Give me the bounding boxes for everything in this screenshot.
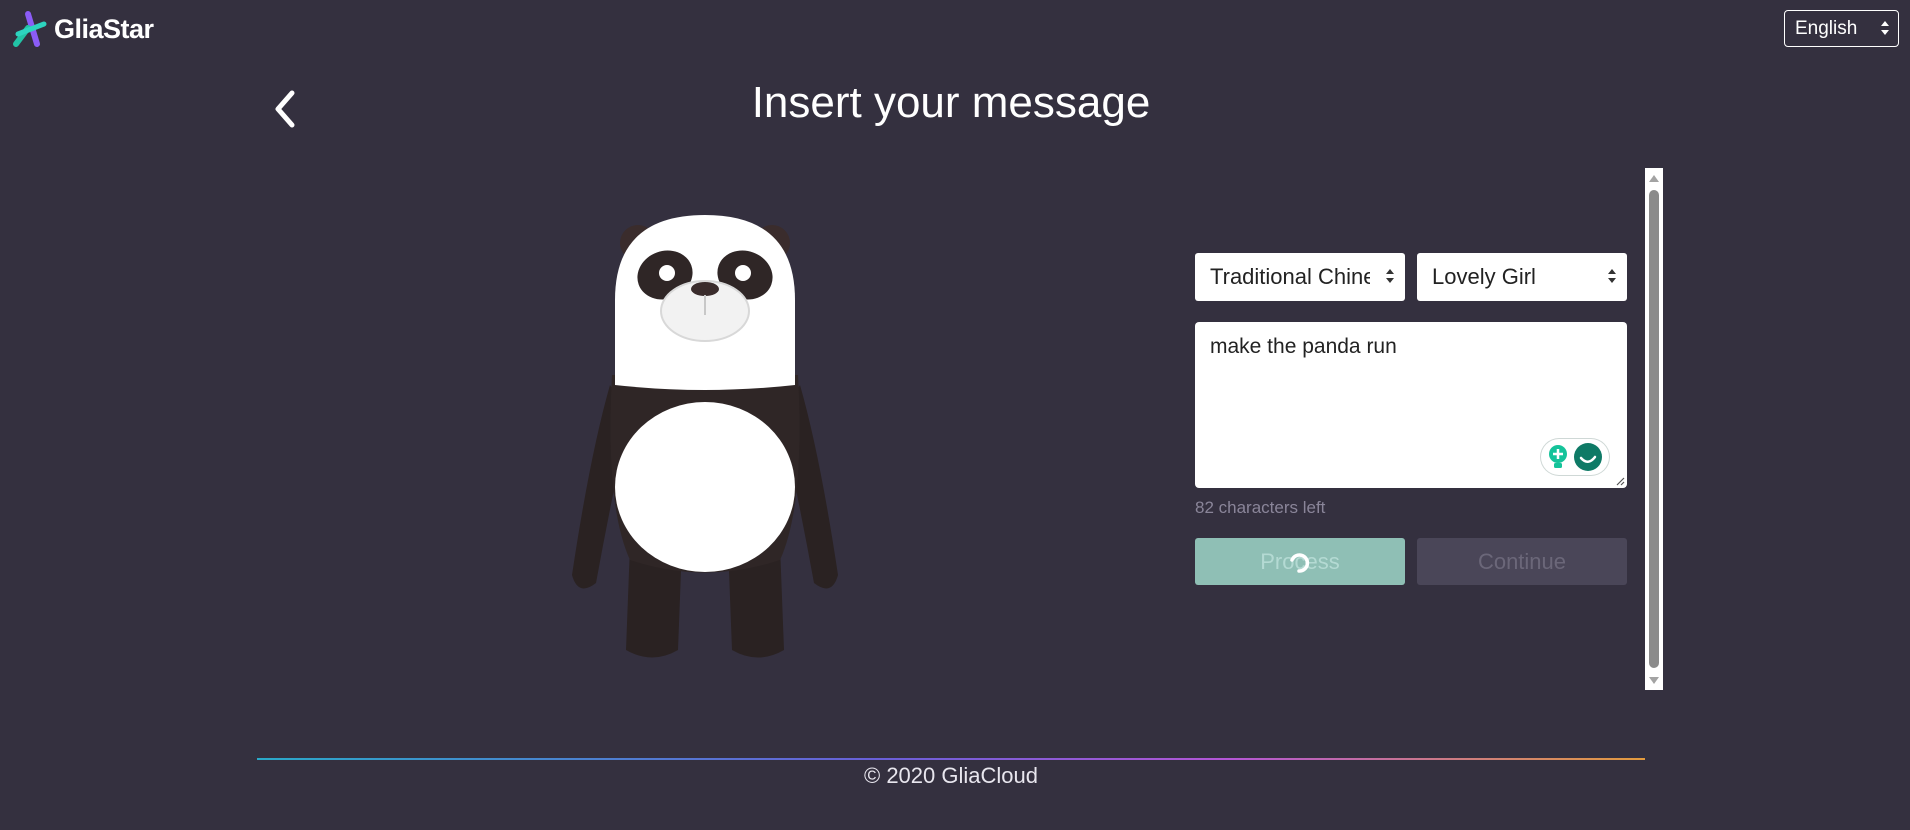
continue-button[interactable]: Continue [1417,538,1627,585]
scroll-down-icon[interactable] [1648,676,1660,686]
panda-avatar [572,215,838,658]
resize-handle-icon[interactable] [1615,476,1625,486]
panel-scrollbar[interactable] [1645,168,1663,690]
footer-divider [257,758,1645,760]
lightbulb-icon [1549,445,1567,468]
chevron-down-icon [1881,21,1889,35]
scrollbar-thumb[interactable] [1649,190,1659,668]
characters-left-counter: 82 characters left [1195,498,1326,517]
language-select-value: English [1795,17,1858,39]
grammarly-button[interactable] [1541,439,1609,475]
voice-style-select[interactable]: Lovely Girl [1417,253,1627,301]
brand-logo[interactable]: GliaStar [12,10,154,48]
footer-copyright: © 2020 GliaCloud [864,763,1038,788]
page-title: Insert your message [751,78,1151,127]
loading-spinner-icon [1290,553,1310,573]
continue-button-label: Continue [1477,548,1567,574]
gliastar-logo-icon [13,11,47,47]
message-textarea[interactable]: make the panda run [1195,322,1627,488]
grammarly-icon [1574,443,1602,471]
message-text: make the panda run [1210,335,1397,358]
language-select[interactable]: English [1784,10,1899,47]
chevron-down-icon [1608,269,1616,283]
scroll-up-icon[interactable] [1648,173,1660,183]
voice-language-select[interactable]: Traditional Chine [1195,253,1405,301]
voice-style-value: Lovely Girl [1432,264,1536,289]
chevron-down-icon [1386,269,1394,283]
brand-name: GliaStar [54,13,154,44]
process-button[interactable]: Process [1195,538,1405,585]
voice-language-value: Traditional Chine [1210,264,1370,289]
